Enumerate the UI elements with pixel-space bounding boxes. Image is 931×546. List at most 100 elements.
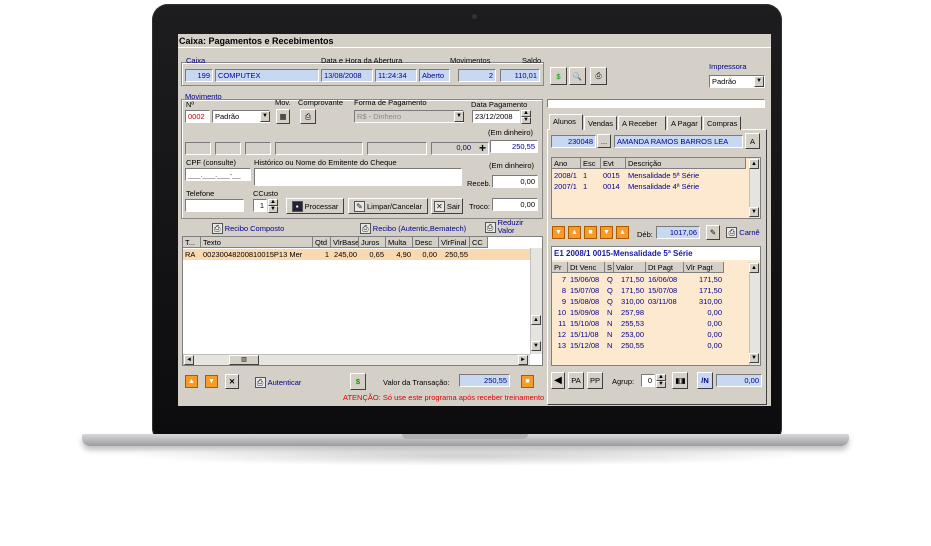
printer-icon[interactable]: ⎙ (590, 67, 607, 85)
spin-up-icon[interactable]: ▲ (656, 374, 666, 381)
barcode-icon[interactable]: ▮▯▮ (672, 372, 688, 389)
scroll-up-icon[interactable]: ▲ (531, 315, 541, 325)
arrow-up-icon[interactable]: ▲ (568, 226, 581, 239)
spin-up-icon[interactable]: ▲ (268, 199, 278, 206)
scroll-down-icon[interactable]: ▼ (749, 353, 759, 363)
dollar-icon[interactable]: $ (550, 67, 567, 85)
tx-column-header[interactable]: T... (183, 237, 201, 248)
arrow-down-icon[interactable]: ▼ (600, 226, 613, 239)
arrow-up-icon[interactable]: ▲ (616, 226, 629, 239)
table-cell: 15/09/08 (570, 308, 600, 317)
spin-up-icon[interactable]: ▲ (521, 110, 531, 117)
aluno-a-button[interactable]: A (745, 133, 760, 149)
parcela-column-header[interactable]: Pr (552, 262, 568, 273)
tx-column-header[interactable]: Juros (359, 237, 386, 248)
processar-button[interactable]: ▪ Processar (286, 198, 344, 214)
printer-icon: ⎙ (484, 221, 496, 233)
recibo-autentic-button[interactable]: ⎙ Recibo (Autentic,Bematech) (353, 220, 473, 236)
enrollment-column-header[interactable]: Evt (601, 158, 626, 169)
parcela-column-header[interactable]: Valor (614, 262, 646, 273)
back-icon[interactable]: ◀ (551, 372, 565, 389)
recebe-field[interactable]: 0,00 (492, 175, 538, 188)
spin-down-icon[interactable]: ▼ (656, 381, 666, 388)
autenticar-button[interactable]: ⎙ Autenticar (246, 374, 310, 390)
tab-vendas[interactable]: Vendas (584, 116, 617, 130)
table-cell: 7 (561, 275, 566, 284)
table-cell: 171,50 (621, 286, 644, 295)
movimento-numero[interactable]: 0002 (185, 110, 210, 123)
arrow-up-icon[interactable]: ▲ (185, 375, 198, 388)
chevron-down-icon[interactable]: ▼ (260, 111, 270, 122)
close-icon[interactable]: ✕ (225, 374, 239, 389)
blank-field-4 (275, 142, 363, 155)
historico-field[interactable] (254, 168, 462, 186)
pa-button[interactable]: PA (568, 372, 584, 389)
preview-icon[interactable]: 🔍 (569, 67, 586, 85)
scroll-up-icon[interactable]: ▲ (749, 263, 759, 273)
tx-column-header[interactable]: Qtd (313, 237, 331, 248)
tx-column-header[interactable]: Multa (386, 237, 413, 248)
arrow-down-icon[interactable]: ▼ (205, 375, 218, 388)
stop-icon[interactable]: ■ (584, 226, 597, 239)
spin-down-icon[interactable]: ▼ (521, 117, 531, 124)
edit-icon[interactable]: ✎ (706, 225, 720, 240)
arrow-down-icon[interactable]: ▼ (552, 226, 565, 239)
scroll-down-icon[interactable]: ▼ (749, 207, 759, 217)
scroll-right-icon[interactable]: ► (518, 355, 528, 365)
tab-a-receber[interactable]: A Receber (618, 116, 666, 130)
scroll-thumb[interactable]: ▥ (229, 355, 259, 365)
chevron-down-icon[interactable]: ▼ (454, 111, 464, 122)
parcela-column-header[interactable]: S (605, 262, 614, 273)
enrollment-column-header[interactable]: Descrição (626, 158, 746, 169)
calculator-icon[interactable]: ▦ (276, 109, 290, 124)
tx-column-header[interactable]: VlrFinal (439, 237, 470, 248)
parcela-column-header[interactable]: Dt Venc (568, 262, 605, 273)
ccusto-field[interactable]: 1 (253, 199, 267, 212)
pp-button[interactable]: PP (587, 372, 603, 389)
parcelas-vscroll[interactable] (749, 262, 760, 365)
tx-column-header[interactable]: CC (470, 237, 488, 248)
aluno-search-button[interactable]: ... (597, 134, 611, 148)
tx-column-header[interactable]: VlrBase (331, 237, 359, 248)
tab-alunos[interactable]: Alunos (549, 114, 583, 130)
reduzir-valor-button[interactable]: ⎙ Reduzir Valor (478, 217, 530, 237)
parcela-column-header[interactable]: Dt Pagt (646, 262, 684, 273)
cpf-field[interactable]: ___.___.___-__ (185, 168, 251, 181)
carne-button[interactable]: ⎙ Carnê (723, 225, 763, 240)
data-pagamento-field[interactable]: 23/12/2008 (472, 110, 520, 123)
valor-transacao: 250,55 (459, 374, 510, 387)
scroll-down-icon[interactable]: ▼ (531, 341, 541, 351)
printer-icon[interactable]: ⎙ (300, 109, 316, 124)
telefone-field[interactable] (185, 199, 244, 212)
agrup-field[interactable]: 0 (641, 374, 655, 387)
caixa-group-label: Caixa (186, 56, 206, 65)
tab-a-pagar[interactable]: A Pagar (667, 116, 702, 130)
forma-pagamento-select[interactable]: R$ - Dinheiro (354, 110, 464, 123)
stop-icon[interactable]: ■ (521, 375, 534, 388)
data-abertura-label: Data e Hora da Abertura (321, 56, 403, 65)
tx-vscroll[interactable] (530, 248, 542, 354)
printer-icon: ⎙ (254, 376, 266, 388)
enrollment-column-header[interactable]: Ano (552, 158, 581, 169)
window-title: Caixa: Pagamentos e Recebimentos (178, 34, 771, 48)
clear-icon: ✎ (353, 200, 365, 212)
spin-down-icon[interactable]: ▼ (268, 206, 278, 213)
tx-column-header[interactable]: Desc (413, 237, 439, 248)
sair-button[interactable]: ✕ Sair (431, 198, 463, 214)
chevron-down-icon[interactable]: ▼ (754, 76, 764, 87)
parcela-column-header[interactable]: Vlr Pagt (684, 262, 724, 273)
tx-column-header[interactable]: Texto (201, 237, 313, 248)
valor-total: 250,55 (490, 140, 538, 153)
dollar-icon[interactable]: $ (350, 373, 366, 390)
tab-compras[interactable]: Compras (703, 116, 741, 130)
plus-icon: + (479, 141, 487, 155)
cpf-label[interactable]: CPF (consulte) (186, 158, 236, 167)
limpar-button[interactable]: ✎ Limpar/Cancelar (348, 198, 428, 214)
scroll-up-icon[interactable]: ▲ (749, 159, 759, 169)
historico-label: Histórico ou Nome do Emitente do Cheque (254, 158, 397, 167)
enrollment-column-header[interactable]: Esc (581, 158, 601, 169)
aluno-codigo[interactable]: 230048 (551, 135, 596, 148)
n-button[interactable]: /N (697, 372, 713, 389)
scroll-left-icon[interactable]: ◄ (184, 355, 194, 365)
recibo-composto-button[interactable]: ⎙ Recibo Composto (205, 220, 291, 236)
